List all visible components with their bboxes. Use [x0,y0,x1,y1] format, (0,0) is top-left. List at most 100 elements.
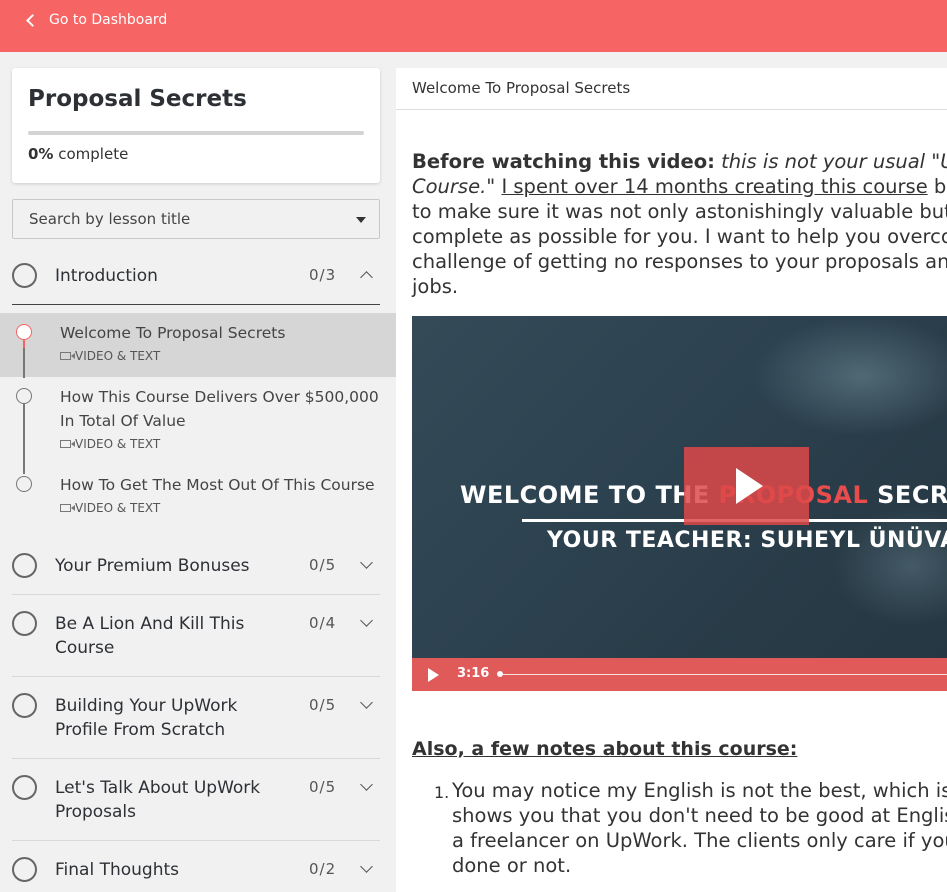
notes-list: 1. You may notice my English is not the … [412,778,947,878]
lesson-type-label: VIDEO & TEXT [75,501,161,515]
note-number: 1. [434,783,450,802]
section-divider [12,676,380,677]
lesson-title: Welcome To Proposal Secrets [60,324,286,342]
video-background [832,506,947,626]
section-divider [12,304,380,305]
video-camera-icon [60,352,75,360]
intro-text: challenge of getting no responses to you… [412,250,947,273]
section-count: 0/3 [309,266,337,284]
play-icon [736,468,763,504]
section-title: Introduction [55,266,158,286]
section-count: 0/5 [309,778,337,796]
intro-text: to make sure it was not only astonishing… [412,200,947,223]
note-text: done or not. [452,854,572,877]
section-divider [12,594,380,595]
caret-down-icon [356,217,366,223]
lesson-title: How This Course Delivers Over $500,000 I… [60,388,379,430]
lesson-type: VIDEO & TEXT [60,501,160,515]
video-scrubber-handle[interactable] [497,671,503,677]
course-card: Proposal Secrets 0% complete [12,68,380,183]
progress-percent: 0% [28,145,54,163]
lesson-status-circle-icon [16,388,32,404]
course-title: Proposal Secrets [28,86,247,112]
lesson-search-select[interactable]: Search by lesson title [12,199,380,239]
lesson-title: How To Get The Most Out Of This Course [60,476,375,494]
video-title-part: WELCOME TO THE [460,481,719,509]
progress-suffix: complete [58,145,129,163]
chevron-down-icon[interactable] [360,614,373,627]
notes-title: Also, a few notes about this course: [412,738,798,760]
timeline-line [23,340,25,348]
video-camera-icon [60,440,75,448]
play-button[interactable] [684,447,809,525]
section-divider [12,840,380,841]
lesson-item-welcome[interactable]: Welcome To Proposal Secrets VIDEO & TEXT [0,313,396,377]
lesson-item-value[interactable]: How This Course Delivers Over $500,000 I… [0,378,396,466]
video-scrubber[interactable] [500,674,947,675]
note-text: a freelancer on UpWork. The clients only… [452,829,947,852]
section-title: Building Your UpWork Profile From Scratc… [55,696,238,740]
intro-text: beca [933,175,947,198]
video-player[interactable]: WELCOME TO THE PROPOSAL SECRETS C YOUR T… [412,316,947,691]
section-status-circle-icon [12,553,37,578]
lesson-content: Welcome To Proposal Secrets Before watch… [396,68,947,892]
progress-bar [28,131,364,135]
go-to-dashboard-label: Go to Dashboard [49,12,168,28]
section-building-profile[interactable]: Building Your UpWork Profile From Scratc… [12,692,380,748]
progress-text: 0% complete [28,145,128,163]
sidebar: Proposal Secrets 0% complete Search by l… [0,52,396,892]
chevron-down-icon[interactable] [360,556,373,569]
section-count: 0/5 [309,696,337,714]
section-status-circle-icon [12,693,37,718]
chevron-down-icon[interactable] [360,860,373,873]
top-bar: Go to Dashboard [0,0,947,52]
lesson-type-label: VIDEO & TEXT [75,437,161,451]
section-title: Let's Talk About UpWork Proposals [55,778,261,822]
video-background [752,316,947,436]
lesson-item-most-out[interactable]: How To Get The Most Out Of This Course V… [0,466,396,530]
video-title-part: SECRETS C [877,481,947,509]
lesson-search-placeholder: Search by lesson title [29,210,191,228]
video-teacher-text: YOUR TEACHER: SUHEYL ÜNÜVAR [547,528,947,553]
chevron-up-icon[interactable] [360,271,373,284]
intro-bold: Before watching this video: [412,150,715,173]
section-be-a-lion[interactable]: Be A Lion And Kill This Course 0/4 [12,610,380,666]
section-count: 0/5 [309,556,337,574]
intro-italic: Course." [412,175,496,198]
chevron-down-icon[interactable] [360,696,373,709]
chevron-left-icon [26,13,39,27]
section-divider [12,758,380,759]
video-controls: 3:16 [412,658,947,691]
section-introduction[interactable]: Introduction 0/3 [12,262,380,292]
section-upwork-proposals[interactable]: Let's Talk About UpWork Proposals 0/5 [12,774,380,830]
lesson-type: VIDEO & TEXT [60,437,160,451]
timeline-line [23,348,25,378]
section-title: Be A Lion And Kill This Course [55,614,245,658]
intro-underline: I spent over 14 months creating this cou… [501,175,928,198]
section-status-circle-icon [12,263,37,288]
section-title: Final Thoughts [55,860,180,880]
intro-text: complete as possible for you. I want to … [412,225,947,248]
lesson-header-title: Welcome To Proposal Secrets [412,79,631,97]
chevron-down-icon[interactable] [360,778,373,791]
section-premium-bonuses[interactable]: Your Premium Bonuses 0/5 [12,552,380,582]
intro-italic: this is not your usual "Upwo [721,150,947,173]
lesson-header: Welcome To Proposal Secrets [396,68,947,110]
section-final-thoughts[interactable]: Final Thoughts 0/2 [12,856,380,886]
play-icon[interactable] [428,668,439,682]
go-to-dashboard-link[interactable]: Go to Dashboard [26,11,167,29]
note-text: shows you that you don't need to be good… [452,804,947,827]
section-status-circle-icon [12,775,37,800]
video-duration: 3:16 [457,666,490,681]
section-title: Your Premium Bonuses [55,556,250,576]
lesson-status-circle-icon [16,324,32,340]
lesson-type: VIDEO & TEXT [60,349,160,363]
section-count: 0/2 [309,860,337,878]
section-status-circle-icon [12,857,37,882]
section-status-circle-icon [12,611,37,636]
lesson-type-label: VIDEO & TEXT [75,349,161,363]
intro-text: jobs. [412,275,459,298]
lesson-status-circle-icon [16,476,32,492]
note-text: You may notice my English is not the bes… [452,779,947,802]
video-camera-icon [60,504,75,512]
